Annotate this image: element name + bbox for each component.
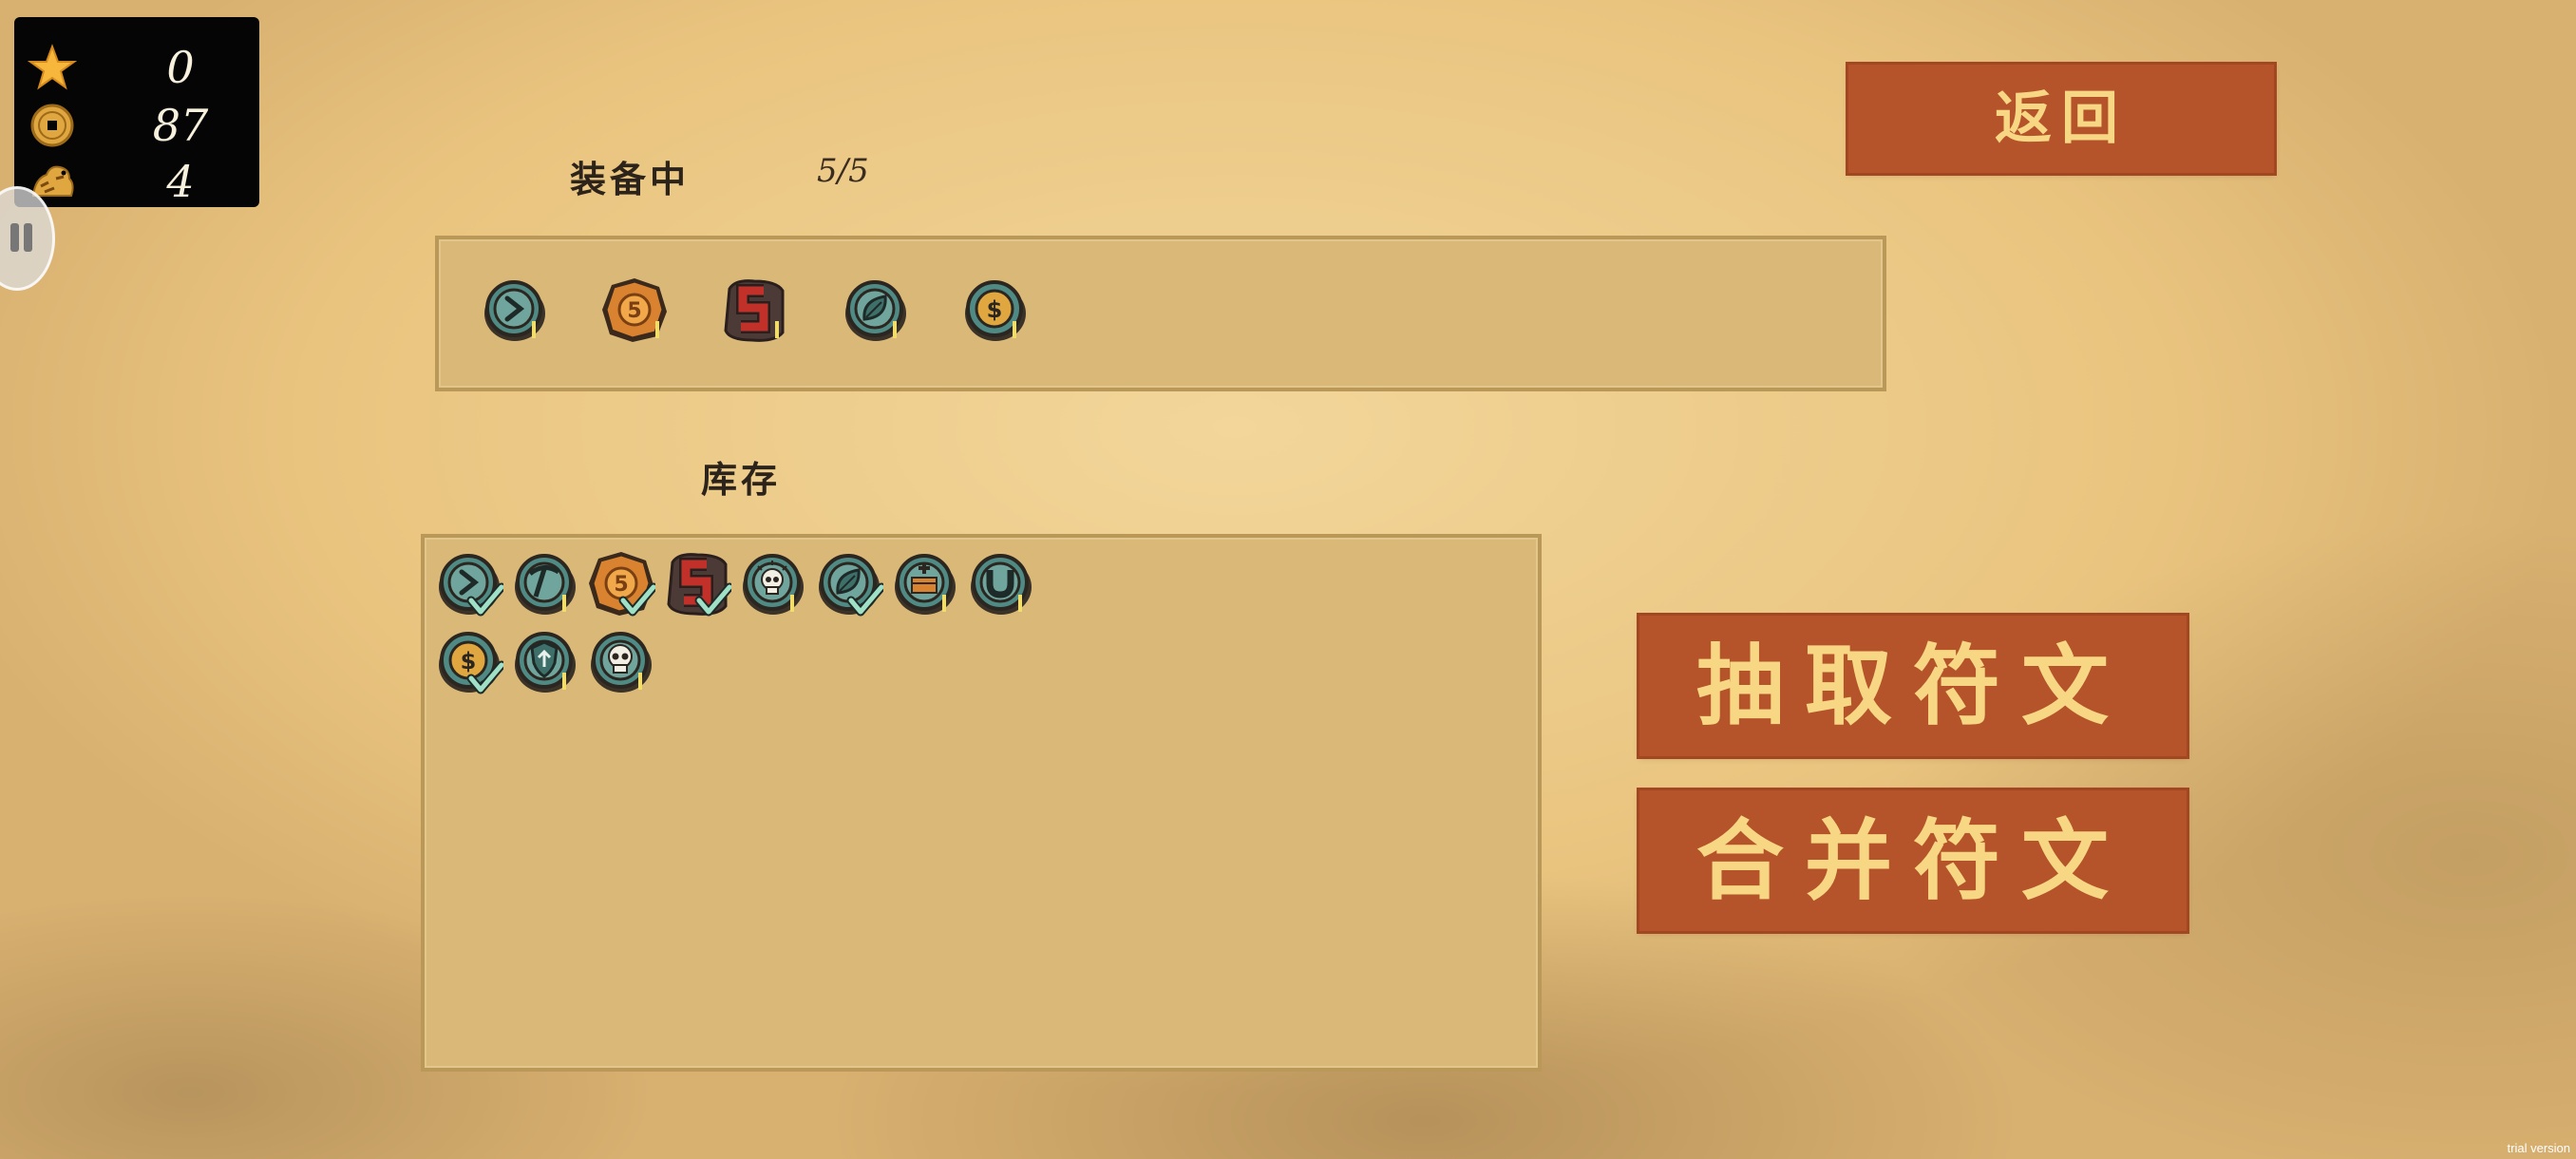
svg-text:5: 5 (614, 573, 628, 597)
merge-runes-button[interactable]: 合并符文 (1639, 790, 2187, 931)
coins-row: 87 (14, 97, 259, 154)
inventory-item-magnet[interactable] (967, 549, 1035, 618)
trial-watermark: trial version (2507, 1141, 2570, 1155)
stars-row: 0 (14, 39, 259, 96)
dollar-rune-icon: $ (439, 632, 503, 694)
inventory-item-s[interactable] (663, 549, 731, 618)
chest-plus-rune-icon (895, 554, 956, 615)
s-rune-icon (724, 279, 785, 342)
shield-up-rune-icon (515, 632, 576, 693)
inventory-item-chest-plus[interactable] (891, 549, 959, 618)
magnet-rune-icon (971, 554, 1032, 615)
inventory-item-leaf[interactable] (815, 549, 883, 618)
skull-glow-rune-icon (743, 554, 804, 615)
inventory-item-five-coin[interactable]: 5 (587, 549, 655, 618)
inventory-item-pickaxe[interactable] (511, 549, 579, 618)
resource-hud: 0 87 4 (14, 17, 259, 207)
inventory-item-dollar[interactable]: $ (435, 627, 503, 695)
svg-text:$: $ (461, 648, 477, 674)
dash-rune-icon (484, 280, 545, 341)
inventory-item-shield-up[interactable] (511, 627, 579, 695)
equipped-slot-4[interactable] (842, 276, 910, 344)
pause-icon (10, 223, 19, 252)
equipped-count: 5/5 (817, 152, 869, 190)
skull-rune-icon (591, 632, 652, 693)
five-coin-rune-icon: 5 (589, 552, 655, 617)
dollar-rune-icon: $ (965, 280, 1026, 341)
leaf-rune-icon (819, 554, 883, 617)
equipped-slot-2[interactable]: 5 (600, 276, 669, 344)
inventory-item-dash[interactable] (435, 549, 503, 618)
dash-rune-icon (439, 554, 503, 617)
tiger-row: 4 (14, 153, 259, 210)
leaf-rune-icon (845, 280, 906, 341)
svg-text:5: 5 (627, 299, 641, 323)
s-rune-icon (667, 553, 731, 617)
pickaxe-rune-icon (515, 554, 576, 615)
five-coin-rune-icon: 5 (602, 278, 667, 342)
equipped-label: 装备中 (570, 158, 691, 200)
tiger-value: 4 (166, 156, 195, 207)
svg-text:$: $ (987, 296, 1003, 323)
inventory-item-skull[interactable] (587, 627, 655, 695)
back-button[interactable]: 返回 (1848, 65, 2274, 173)
draw-runes-button[interactable]: 抽取符文 (1639, 616, 2187, 756)
equipped-slot-1[interactable] (481, 276, 549, 344)
stars-value: 0 (166, 42, 195, 93)
coins-value: 87 (152, 100, 209, 151)
coin-icon (30, 104, 74, 147)
inventory-label: 库存 (701, 458, 782, 501)
star-icon (28, 44, 77, 90)
equipped-slot-3[interactable] (720, 276, 788, 344)
equipped-slot-5[interactable]: $ (961, 276, 1030, 344)
inventory-item-skull-glow[interactable] (739, 549, 807, 618)
